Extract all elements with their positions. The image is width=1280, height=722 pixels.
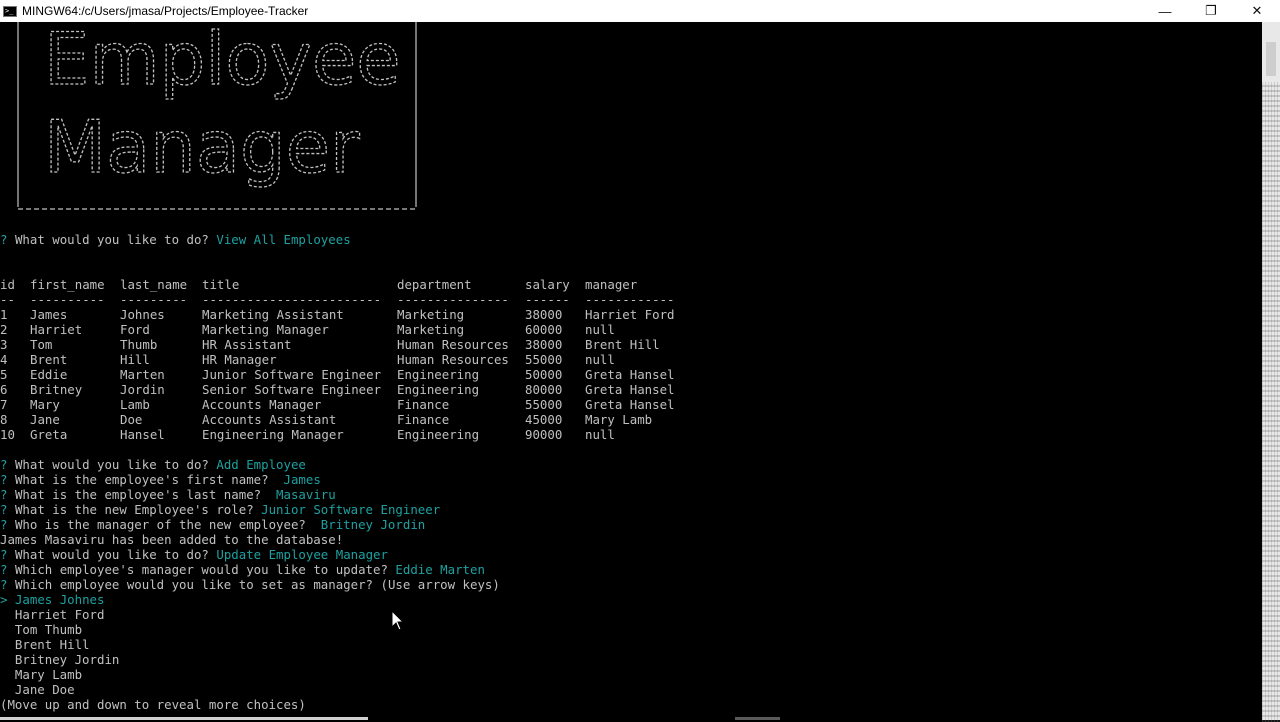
prompt-line: ? What is the employee's first name? Jam… xyxy=(0,472,321,487)
table-row: 3 Tom Thumb HR Assistant Human Resources 3800… xyxy=(0,337,660,352)
prompt-line: ? What would you like to do? Add Employe… xyxy=(0,457,306,472)
terminal-output[interactable]: Employee Manager ? What would you like t… xyxy=(0,22,1262,720)
choice-item[interactable]: Mary Lamb xyxy=(0,667,500,682)
choice-item[interactable]: Jane Doe xyxy=(0,682,500,697)
prompt-line: ? Who is the manager of the new employee… xyxy=(0,517,426,532)
table-row: 10 Greta Hansel Engineering Manager Engineer… xyxy=(0,427,615,442)
ascii-banner: Employee Manager xyxy=(17,22,417,210)
prompt-line: ? What would you like to do? View All Em… xyxy=(0,232,351,247)
scroll-thumb[interactable] xyxy=(1266,42,1276,76)
table-separator: -- ---------- --------- ----------------… xyxy=(0,292,675,307)
choice-item[interactable]: Tom Thumb xyxy=(0,622,500,637)
table-row: 1 James Johnes Marketing Assistant Marketing… xyxy=(0,307,675,322)
table-row: 2 Harriet Ford Marketing Manager Marketing 60… xyxy=(0,322,615,337)
terminal-lines: ? What would you like to do? View All Em… xyxy=(0,232,675,712)
prompt-line: ? What is the employee's last name? Masa… xyxy=(0,487,336,502)
choice-item[interactable]: Harriet Ford xyxy=(0,607,500,622)
table-row: 5 Eddie Marten Junior Software Engineer Engi… xyxy=(0,367,675,382)
choice-selected[interactable]: > James Johnes xyxy=(0,592,500,607)
prompt-line: ? Which employee's manager would you lik… xyxy=(0,562,485,577)
terminal-app-icon: >_ xyxy=(3,5,17,17)
minimize-button[interactable]: — xyxy=(1142,0,1188,22)
table-row: 4 Brent Hill HR Manager Human Resources 55000… xyxy=(0,352,615,367)
window-title: MINGW64:/c/Users/jmasa/Projects/Employee… xyxy=(22,4,309,18)
prompt-line: ? What is the new Employee's role? Junio… xyxy=(0,502,441,517)
choices-footer: (Move up and down to reveal more choices… xyxy=(0,697,306,712)
title-bar: >_ MINGW64:/c/Users/jmasa/Projects/Emplo… xyxy=(0,0,1280,22)
vertical-scrollbar[interactable] xyxy=(1262,22,1280,722)
status-message: James Masaviru has been added to the dat… xyxy=(0,532,344,547)
table-header: id first_name last_name title department… xyxy=(0,277,638,292)
banner-line-2: Manager xyxy=(44,105,360,189)
bottom-edge-marks xyxy=(0,717,780,720)
choice-item[interactable]: Britney Jordin xyxy=(0,652,500,667)
scrollbar-texture xyxy=(1262,82,1280,722)
pointer-icon: > xyxy=(0,592,8,607)
prompt-line: ? What would you like to do? Update Empl… xyxy=(0,547,388,562)
mouse-pointer-icon xyxy=(391,610,405,631)
restore-button[interactable]: ❐ xyxy=(1188,0,1234,22)
choice-item[interactable]: Brent Hill xyxy=(0,637,500,652)
table-row: 7 Mary Lamb Accounts Manager Finance 55000 Gre… xyxy=(0,397,675,412)
table-row: 6 Britney Jordin Senior Software Engineer En… xyxy=(0,382,675,397)
banner-line-1: Employee xyxy=(44,22,401,101)
table-row: 8 Jane Doe Accounts Assistant Finance 45000 Ma… xyxy=(0,412,653,427)
close-button[interactable]: ✕ xyxy=(1234,0,1280,22)
prompt-line: ? Which employee would you like to set a… xyxy=(0,577,500,592)
